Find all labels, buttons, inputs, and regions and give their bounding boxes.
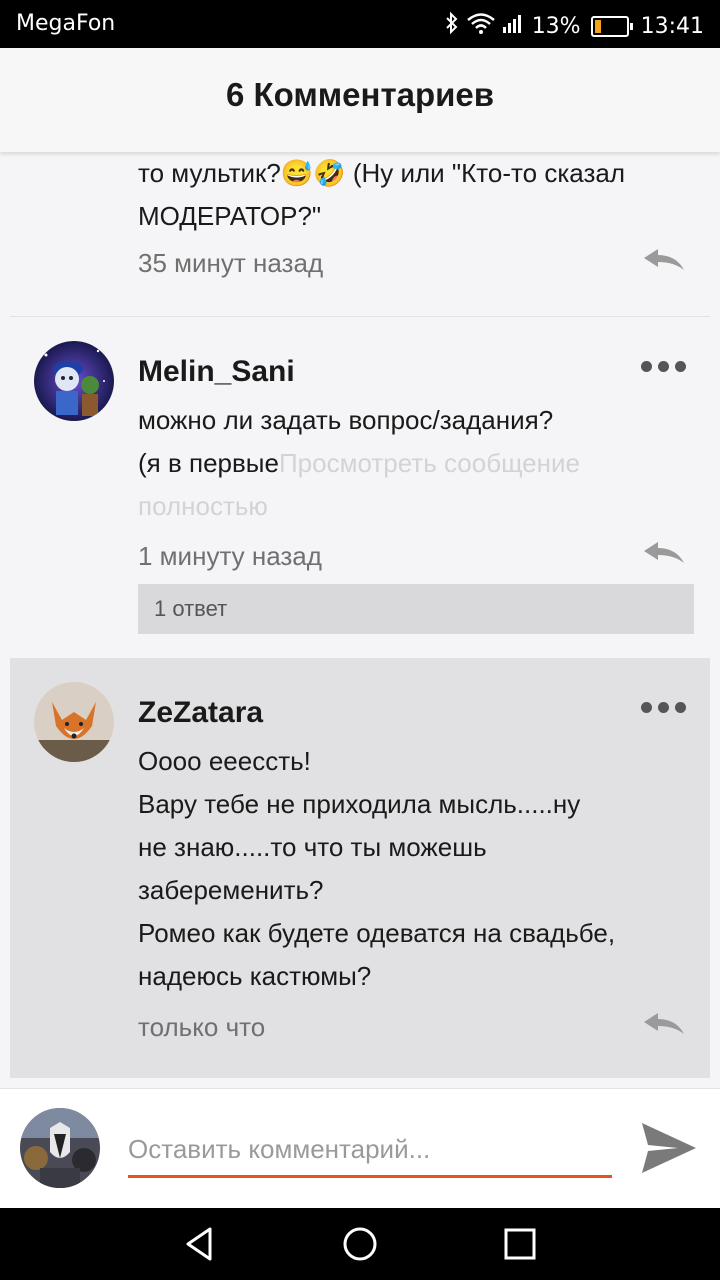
- comment-text-line: можно ли задать вопрос/задания?: [138, 405, 554, 435]
- view-full-message-link-cont[interactable]: полностью: [138, 485, 690, 528]
- comment-text-line: Оооо ееессть!: [138, 746, 311, 776]
- recent-apps-icon[interactable]: [502, 1226, 538, 1262]
- comment-text-line: забеременить?: [138, 875, 324, 905]
- signal-icon: [502, 12, 526, 40]
- comment-text-line: Вару тебе не приходила мысль.....ну: [138, 789, 581, 819]
- comment-list[interactable]: то мультик?😅🤣 (Ну или "Кто-то сказал МОД…: [10, 152, 710, 1082]
- comment-text-line: надеюсь кастюмы?: [138, 961, 372, 991]
- input-underline: [128, 1175, 612, 1178]
- comment-text: можно ли задать вопрос/задания? (я в пер…: [138, 399, 690, 528]
- my-avatar[interactable]: [20, 1108, 100, 1188]
- system-nav-bar: [0, 1208, 720, 1280]
- comment-text-line: не знаю.....то что ты можешь: [138, 832, 487, 862]
- home-icon[interactable]: [342, 1226, 378, 1262]
- more-options-icon[interactable]: [641, 702, 686, 713]
- username[interactable]: Melin_Sani: [138, 355, 295, 389]
- comments-header: 6 Комментариев: [0, 48, 720, 152]
- comment-time: 35 минут назад: [138, 248, 324, 278]
- back-icon[interactable]: [182, 1226, 218, 1262]
- comment-text-line: (я в первые: [138, 448, 279, 478]
- comment-text: то мультик?😅🤣 (Ну или "Кто-то сказал МОД…: [138, 152, 690, 238]
- send-icon[interactable]: [640, 1121, 698, 1175]
- view-replies-button[interactable]: 1 ответ: [138, 584, 694, 634]
- more-options-icon[interactable]: [641, 361, 686, 372]
- comment-time: 1 минуту назад: [138, 541, 322, 571]
- comment-item[interactable]: то мультик?😅🤣 (Ну или "Кто-то сказал МОД…: [10, 152, 710, 315]
- comment-composer: [0, 1088, 720, 1209]
- comment-text-line: Ромео как будете одеватся на свадьбе,: [138, 918, 616, 948]
- clock: 13:41: [640, 13, 704, 39]
- comment-text-line: МОДЕРАТОР?": [138, 201, 322, 231]
- view-full-message-link[interactable]: Просмотреть сообщение: [279, 448, 580, 478]
- wifi-icon: [466, 12, 496, 40]
- comment-text: Оооо ееессть! Вару тебе не приходила мыс…: [138, 740, 690, 998]
- comment-input[interactable]: [128, 1129, 612, 1169]
- comment-time: только что: [138, 1012, 266, 1042]
- comment-item[interactable]: ZeZatara Оооо ееессть! Вару тебе не прих…: [10, 658, 710, 1078]
- bluetooth-icon: [444, 11, 460, 41]
- battery-percent: 13%: [531, 13, 581, 39]
- comment-input-wrapper[interactable]: [128, 1119, 612, 1191]
- reply-icon[interactable]: [642, 246, 686, 276]
- page-title: 6 Комментариев: [225, 76, 495, 113]
- reply-icon[interactable]: [642, 1010, 686, 1040]
- username[interactable]: ZeZatara: [138, 696, 263, 730]
- carrier-name: MegaFon: [16, 11, 116, 36]
- reply-icon[interactable]: [642, 539, 686, 569]
- battery-icon: [590, 15, 633, 37]
- avatar[interactable]: [34, 341, 114, 421]
- comment-text-line: то мультик?😅🤣 (Ну или "Кто-то сказал: [138, 158, 625, 188]
- status-bar: MegaFon 13% 13:41: [0, 0, 720, 48]
- avatar[interactable]: [34, 682, 114, 762]
- comment-item[interactable]: Melin_Sani можно ли задать вопрос/задани…: [10, 316, 710, 659]
